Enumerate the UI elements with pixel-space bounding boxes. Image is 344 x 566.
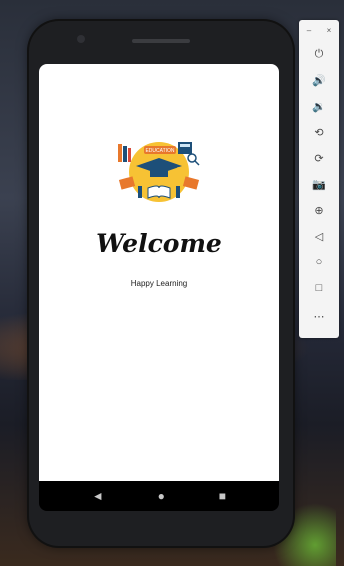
minimize-icon[interactable]: – (307, 26, 311, 35)
home-icon[interactable]: ○ (299, 252, 339, 272)
nav-recents-icon[interactable]: ■ (219, 489, 226, 503)
welcome-title: Welcome (96, 229, 222, 258)
rotate-right-icon[interactable]: ⟳ (299, 148, 339, 168)
rotate-left-icon[interactable]: ⟲ (299, 122, 339, 142)
subtitle-text: Happy Learning (130, 279, 188, 288)
phone-frame: EDUCATION Welcome Happy Learning ◄ ● ■ (29, 21, 293, 546)
zoom-icon[interactable]: ⊕ (299, 200, 339, 220)
close-icon[interactable]: × (327, 26, 332, 35)
nav-home-icon[interactable]: ● (158, 489, 165, 503)
volume-down-icon[interactable]: 🔉 (299, 96, 339, 116)
volume-up-icon[interactable]: 🔊 (299, 70, 339, 90)
power-icon[interactable]: ⏻ (299, 44, 339, 64)
overview-icon[interactable]: □ (299, 278, 339, 298)
app-screen: EDUCATION Welcome Happy Learning (39, 64, 279, 481)
toolbar-window-controls: – × (299, 26, 339, 35)
android-navigation-bar: ◄ ● ■ (39, 481, 279, 511)
earpiece-speaker (132, 39, 190, 43)
logo-banner-text: EDUCATION (145, 148, 174, 154)
nav-back-icon[interactable]: ◄ (92, 489, 104, 503)
camera-icon[interactable]: 📷 (299, 174, 339, 194)
front-camera (77, 35, 85, 43)
back-icon[interactable]: ◁ (299, 226, 339, 246)
education-logo: EDUCATION (118, 142, 200, 202)
more-icon[interactable]: ⋯ (299, 306, 339, 326)
emulator-toolbar: – × ⏻ 🔊 🔉 ⟲ ⟳ 📷 ⊕ ◁ ○ □ ⋯ (299, 20, 339, 338)
